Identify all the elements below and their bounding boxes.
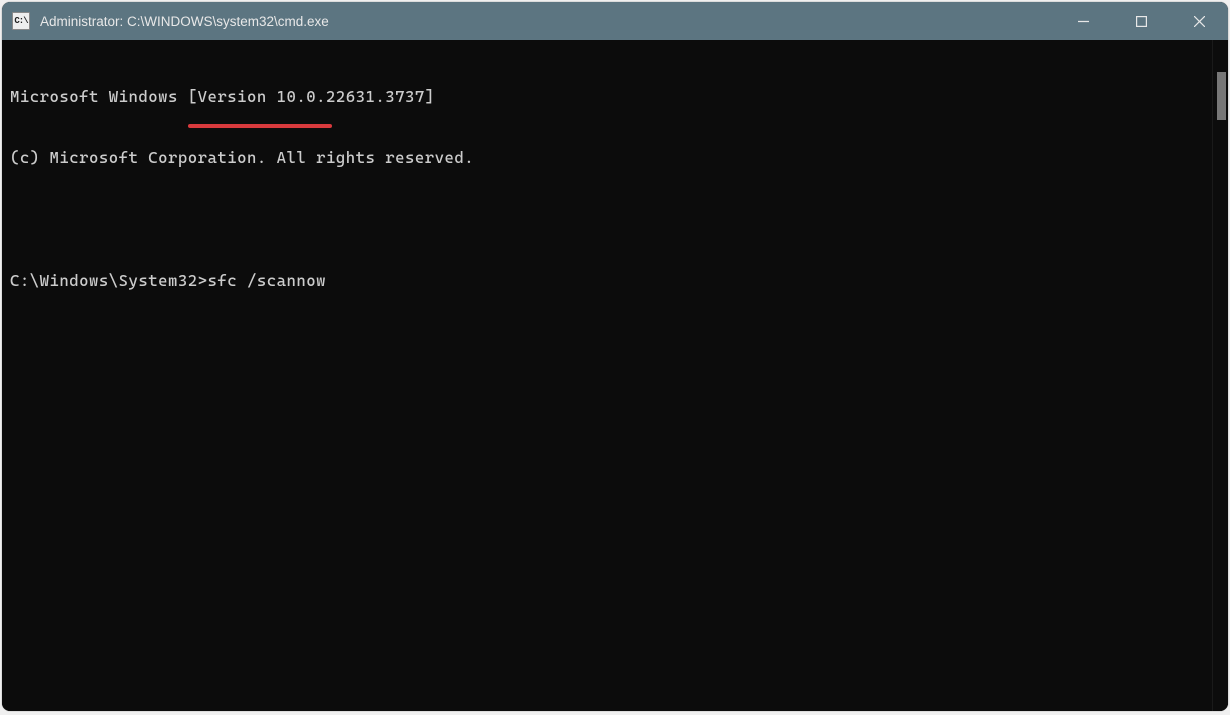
terminal-line-copyright: (c) Microsoft Corporation. All rights re… bbox=[10, 148, 1204, 168]
window-title: Administrator: C:\WINDOWS\system32\cmd.e… bbox=[40, 14, 329, 29]
close-icon bbox=[1194, 16, 1205, 27]
close-button[interactable] bbox=[1170, 2, 1228, 40]
minimize-button[interactable] bbox=[1054, 2, 1112, 40]
minimize-icon bbox=[1078, 16, 1089, 27]
cmd-icon: C:\ bbox=[12, 12, 30, 30]
terminal-line-blank bbox=[10, 210, 1204, 230]
terminal-prompt: C:\Windows\System32> bbox=[10, 271, 208, 290]
cmd-window: C:\ Administrator: C:\WINDOWS\system32\c… bbox=[2, 2, 1228, 711]
maximize-icon bbox=[1136, 16, 1147, 27]
cmd-icon-text: C:\ bbox=[14, 16, 27, 26]
terminal-line-version: Microsoft Windows [Version 10.0.22631.37… bbox=[10, 87, 1204, 107]
command-underline-annotation bbox=[188, 124, 332, 128]
scrollbar-track[interactable] bbox=[1212, 40, 1228, 711]
terminal-content[interactable]: Microsoft Windows [Version 10.0.22631.37… bbox=[2, 40, 1212, 711]
scrollbar-thumb[interactable] bbox=[1217, 72, 1226, 120]
titlebar[interactable]: C:\ Administrator: C:\WINDOWS\system32\c… bbox=[2, 2, 1228, 40]
maximize-button[interactable] bbox=[1112, 2, 1170, 40]
window-controls bbox=[1054, 2, 1228, 40]
terminal-area[interactable]: Microsoft Windows [Version 10.0.22631.37… bbox=[2, 40, 1228, 711]
terminal-command: sfc /scannow bbox=[208, 271, 327, 290]
terminal-prompt-line: C:\Windows\System32>sfc /scannow bbox=[10, 271, 1204, 291]
